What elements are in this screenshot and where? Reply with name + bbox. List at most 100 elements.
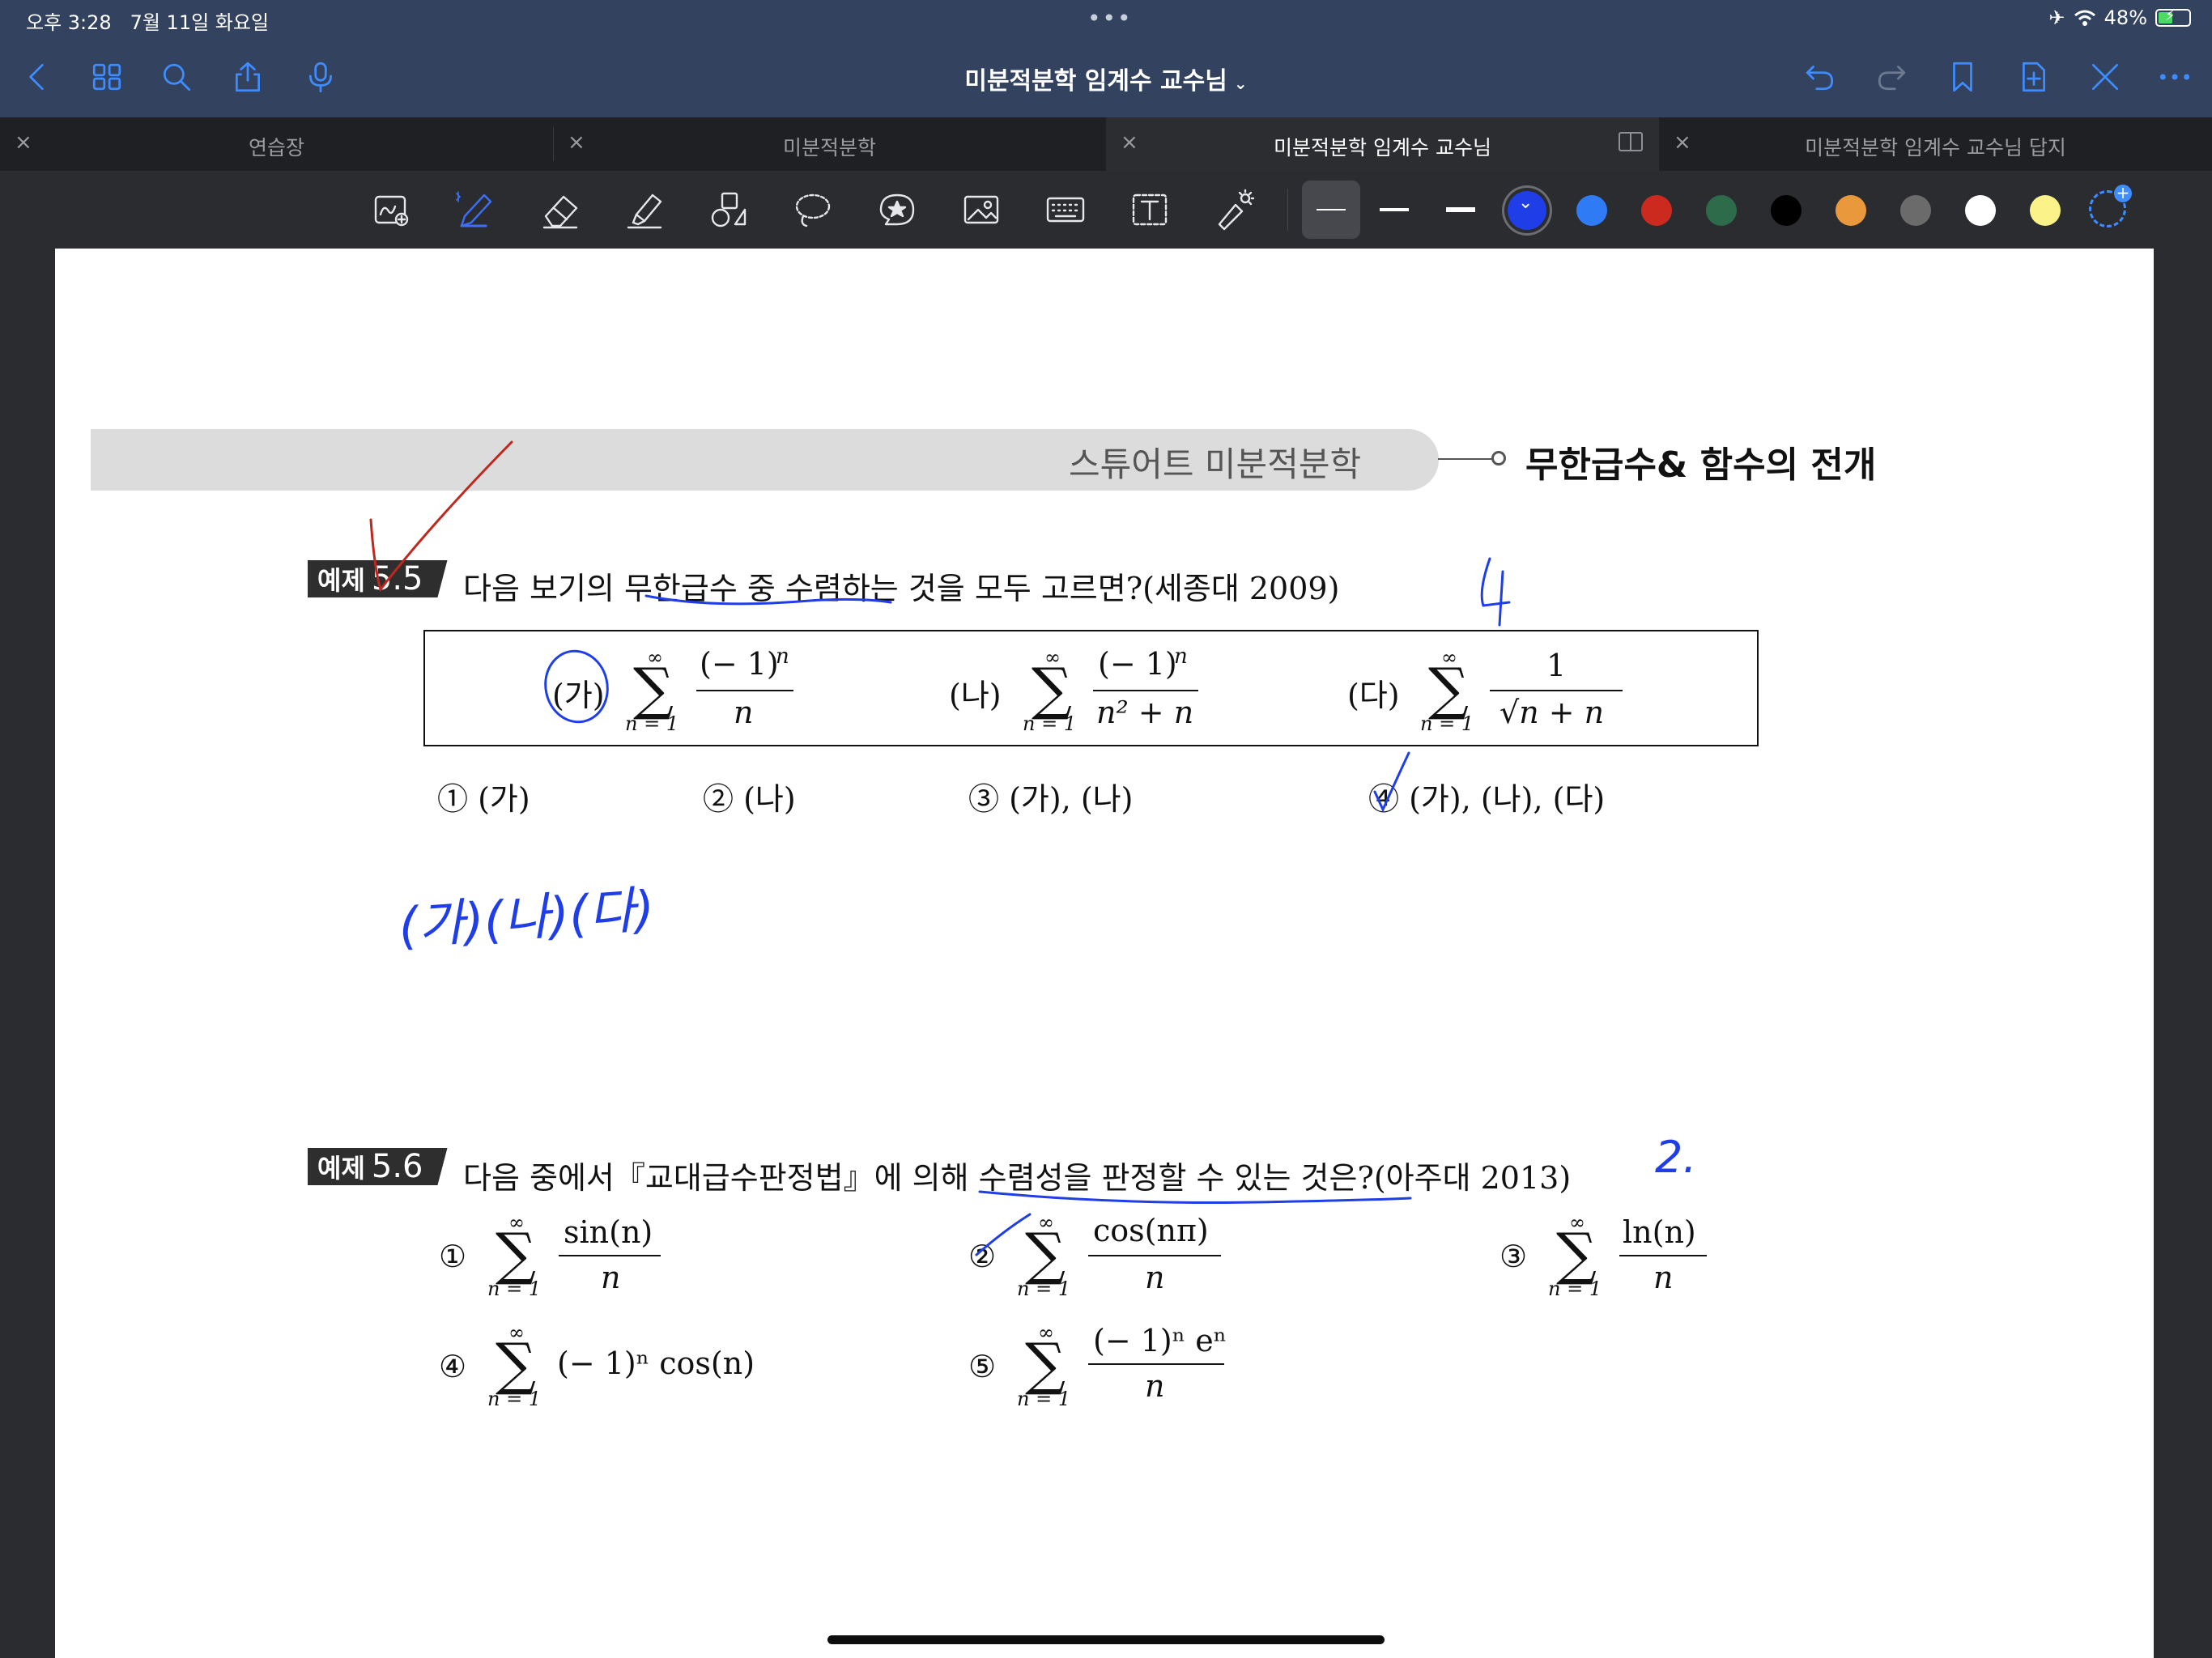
grid-view-icon[interactable] — [84, 54, 130, 100]
status-right: ✈ 48% ⚡ — [2049, 6, 2191, 29]
color-swatch-black[interactable] — [1771, 195, 1802, 226]
status-bar: 오후 3:28 7월 11일 화요일 ••• ✈ 48% ⚡ — [0, 0, 2212, 37]
item-label: (가) — [552, 678, 605, 713]
microphone-icon[interactable] — [298, 54, 343, 100]
choice-mark: ① — [439, 1239, 467, 1274]
search-icon[interactable] — [154, 54, 199, 100]
sticker-tool-icon[interactable] — [870, 182, 925, 237]
home-indicator[interactable] — [827, 1635, 1385, 1644]
multitasking-dots-icon[interactable]: ••• — [1087, 5, 1133, 32]
choice-2[interactable]: ② (나) — [703, 774, 796, 818]
denominator: √n + n — [1499, 695, 1605, 730]
exponent: n — [1174, 644, 1188, 669]
sigma-lower: n = 1 — [1023, 712, 1077, 735]
clock: 오후 3:28 — [26, 11, 112, 34]
text-box-tool-icon[interactable] — [1122, 182, 1177, 237]
eraser-tool-icon[interactable] — [533, 182, 588, 237]
color-swatch-green[interactable] — [1706, 195, 1737, 226]
denominator: n — [1145, 1368, 1165, 1404]
denominator: n — [1653, 1260, 1674, 1295]
lasso-tool-icon[interactable] — [785, 182, 840, 237]
choice-mark: ⑤ — [968, 1349, 997, 1384]
badge-number: 5.6 — [371, 1148, 423, 1185]
color-swatch-orange[interactable] — [1836, 195, 1866, 226]
sigma-icon: ∑ — [1032, 656, 1072, 722]
image-tool-icon[interactable] — [954, 182, 1009, 237]
airplane-icon: ✈ — [2048, 6, 2065, 29]
tab-calculus-professor[interactable]: × 미분적분학 임계수 교수님 — [1106, 117, 1659, 171]
undo-icon[interactable] — [1797, 54, 1843, 100]
sigma-icon: ∑ — [1556, 1221, 1597, 1287]
tab-calculus-answers[interactable]: × 미분적분학 임계수 교수님 답지 — [1659, 117, 2212, 171]
sigma-icon: ∑ — [496, 1221, 536, 1287]
tab-calculus[interactable]: × 미분적분학 — [553, 117, 1106, 171]
header-bullet-icon — [1491, 451, 1506, 466]
fraction-bar — [1490, 690, 1623, 691]
more-icon[interactable] — [2152, 54, 2197, 100]
shapes-tool-icon[interactable] — [701, 182, 756, 237]
fraction-bar — [559, 1255, 661, 1256]
numerator: 1 — [1546, 648, 1567, 683]
tab-label: 연습장 — [248, 136, 304, 159]
item-label: (다) — [1347, 678, 1400, 713]
choice-3[interactable]: ③ (가), (나) — [968, 774, 1133, 818]
stroke-width-thick-icon[interactable] — [1446, 207, 1475, 212]
document-title-text: 미분적분학 임계수 교수님 — [964, 67, 1227, 96]
redo-icon[interactable] — [1869, 54, 1914, 100]
color-swatch-white[interactable] — [1965, 195, 1996, 226]
add-page-icon[interactable] — [2011, 54, 2057, 100]
split-view-icon[interactable] — [1619, 132, 1643, 151]
battery-icon: ⚡ — [2155, 7, 2191, 27]
tab-label: 미분적분학 — [782, 136, 876, 159]
color-swatch-yellow[interactable] — [2030, 195, 2061, 226]
plus-icon: + — [2114, 185, 2132, 202]
question-5-5: 다음 보기의 무한급수 중 수렴하는 것을 모두 고르면?(세종대 2009) — [463, 571, 1340, 606]
laser-pointer-tool-icon[interactable] — [1206, 182, 1261, 237]
wifi-icon — [2074, 10, 2095, 26]
header-connector — [1438, 458, 1493, 460]
pen-tool-icon[interactable] — [447, 182, 502, 237]
choice-mark: ④ — [439, 1349, 467, 1384]
tab-label: 미분적분학 임계수 교수님 — [1274, 136, 1491, 159]
keyboard-tool-icon[interactable] — [1038, 182, 1093, 237]
fraction-bar — [1088, 1255, 1221, 1256]
color-swatch-blue[interactable] — [1576, 195, 1607, 226]
exponent: n — [776, 644, 789, 669]
top-bar: 오후 3:28 7월 11일 화요일 ••• ✈ 48% ⚡ 미분적분학 임계수… — [0, 0, 2212, 117]
sigma-lower: n = 1 — [1017, 1388, 1071, 1410]
choice-1[interactable]: ① (가) — [437, 774, 530, 818]
denominator: n — [601, 1260, 621, 1295]
collapse-toolbar-icon[interactable] — [2082, 54, 2128, 100]
color-swatch-blue-dark[interactable] — [1508, 191, 1546, 230]
tab-bar: × 연습장 × 미분적분학 × 미분적분학 임계수 교수님 × 미분적분학 임계… — [0, 117, 2212, 171]
stroke-width-medium-icon[interactable] — [1380, 208, 1409, 211]
add-color-button[interactable]: + — [2089, 185, 2132, 227]
stroke-width-thin-icon[interactable] — [1317, 209, 1346, 210]
highlighter-tool-icon[interactable] — [617, 182, 672, 237]
numerator: ln(n) — [1623, 1214, 1696, 1250]
document-title[interactable]: 미분적분학 임계수 교수님 ⌄ — [891, 61, 1321, 96]
sigma-icon: ∑ — [1025, 1221, 1066, 1287]
charging-icon: ⚡ — [2165, 7, 2176, 24]
choice-4[interactable]: ④ (가), (나), (다) — [1368, 774, 1605, 818]
choice-mark: ③ — [1499, 1239, 1528, 1274]
sigma-icon: ∑ — [1428, 656, 1469, 722]
sigma-lower: n = 1 — [1420, 712, 1474, 735]
numerator: (− 1) — [1098, 646, 1177, 682]
tab-practice[interactable]: × 연습장 — [0, 117, 553, 171]
question-5-6: 다음 중에서『교대급수판정법』에 의해 수렴성을 판정할 수 있는 것은?(아주… — [463, 1160, 1572, 1196]
zoom-window-icon[interactable] — [364, 182, 419, 237]
tab-label: 미분적분학 임계수 교수님 답지 — [1805, 136, 2066, 159]
sigma-icon: ∑ — [633, 656, 674, 722]
fraction-bar — [696, 690, 793, 691]
share-icon[interactable] — [225, 54, 270, 100]
bookmark-icon[interactable] — [1940, 54, 1985, 100]
color-swatch-gray[interactable] — [1900, 195, 1931, 226]
sigma-lower: n = 1 — [625, 712, 679, 735]
sigma-icon: ∑ — [496, 1331, 536, 1397]
back-icon[interactable] — [15, 54, 60, 100]
color-swatch-red[interactable] — [1641, 195, 1672, 226]
denominator: n — [734, 695, 754, 730]
sigma-lower: n = 1 — [1548, 1278, 1602, 1300]
sigma-lower: n = 1 — [487, 1388, 542, 1410]
